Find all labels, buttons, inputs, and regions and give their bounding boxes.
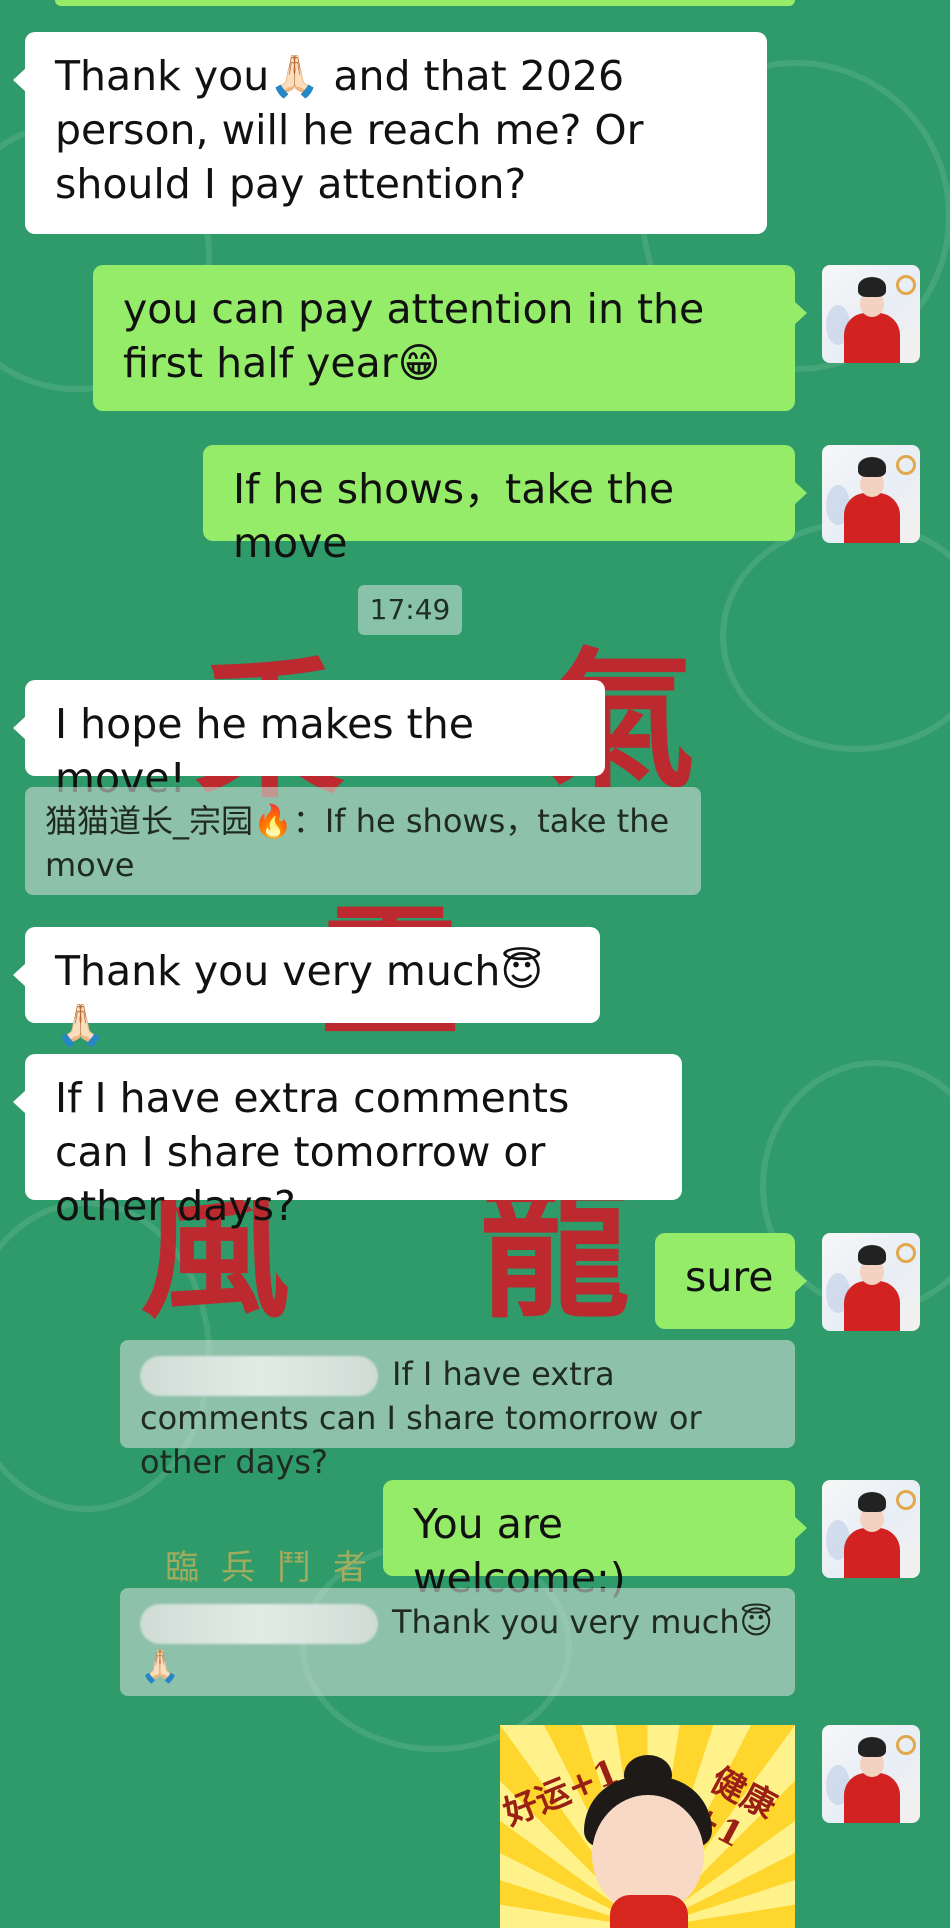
quoted-reply[interactable]: Thank you very much😇🙏🏻: [120, 1588, 795, 1696]
previous-message-edge: [55, 0, 795, 6]
my-avatar[interactable]: [822, 445, 920, 543]
sticker-image[interactable]: 好运+1 健康+1: [500, 1725, 795, 1928]
my-avatar[interactable]: [822, 265, 920, 363]
background-characters: 臨兵鬥者: [165, 1548, 389, 1588]
message-text: Thank you🙏🏻 and that 2026 person, will h…: [55, 52, 644, 208]
message-bubble-incoming[interactable]: Thank you🙏🏻 and that 2026 person, will h…: [13, 32, 767, 234]
quote-author: 猫猫道长_宗园🔥：: [45, 802, 325, 840]
my-avatar[interactable]: [822, 1233, 920, 1331]
message-text: You are welcome:): [413, 1500, 626, 1602]
message-text: sure: [685, 1253, 774, 1301]
blurred-sender-name: [140, 1604, 378, 1644]
message-bubble-outgoing[interactable]: sure: [655, 1233, 807, 1329]
timestamp: 17:49: [358, 585, 462, 635]
message-bubble-incoming[interactable]: I hope he makes the move!: [13, 680, 605, 802]
quoted-reply[interactable]: If I have extra comments can I share tom…: [120, 1340, 795, 1481]
message-text: you can pay attention in the first half …: [123, 285, 705, 387]
quoted-reply[interactable]: 猫猫道长_宗园🔥：If he shows，take the move: [25, 787, 701, 895]
my-avatar[interactable]: [822, 1480, 920, 1578]
my-avatar[interactable]: [822, 1725, 920, 1823]
message-bubble-outgoing[interactable]: you can pay attention in the first half …: [93, 265, 807, 411]
message-bubble-incoming[interactable]: If I have extra comments can I share tom…: [13, 1054, 682, 1230]
message-bubble-incoming[interactable]: Thank you very much😇🙏🏻: [13, 927, 600, 1049]
blurred-sender-name: [140, 1356, 378, 1396]
message-bubble-outgoing[interactable]: If he shows，take the move: [203, 445, 807, 567]
message-bubble-outgoing[interactable]: You are welcome:): [383, 1480, 807, 1602]
